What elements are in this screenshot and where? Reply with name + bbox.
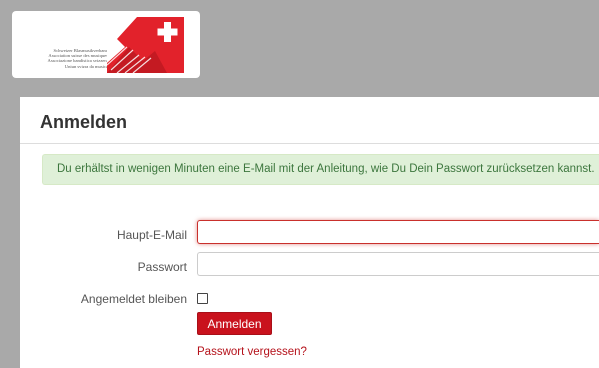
remember-label: Angemeldet bleiben [80,292,187,306]
forgot-password-link[interactable]: Passwort vergessen? [197,346,307,358]
email-field[interactable] [197,220,599,244]
login-button[interactable]: Anmelden [197,312,272,335]
alert-message: Du erhältst in wenigen Minuten eine E-Ma… [57,163,595,175]
swiss-cross-logo-icon [107,17,184,73]
login-panel: Anmelden Du erhältst in wenigen Minuten … [20,97,599,368]
logo[interactable]: Schweizer Blasmusikverband Association s… [12,11,200,78]
email-label: Haupt-E-Mail [116,228,187,242]
password-label: Passwort [137,260,187,274]
remember-checkbox[interactable] [197,293,208,304]
logo-text: Schweizer Blasmusikverband Association s… [32,48,108,69]
success-alert: Du erhältst in wenigen Minuten eine E-Ma… [42,154,599,185]
divider [20,143,599,144]
password-field[interactable] [197,252,599,276]
logo-line: Uniun svizra da musica [64,63,108,69]
page-title: Anmelden [40,112,128,132]
